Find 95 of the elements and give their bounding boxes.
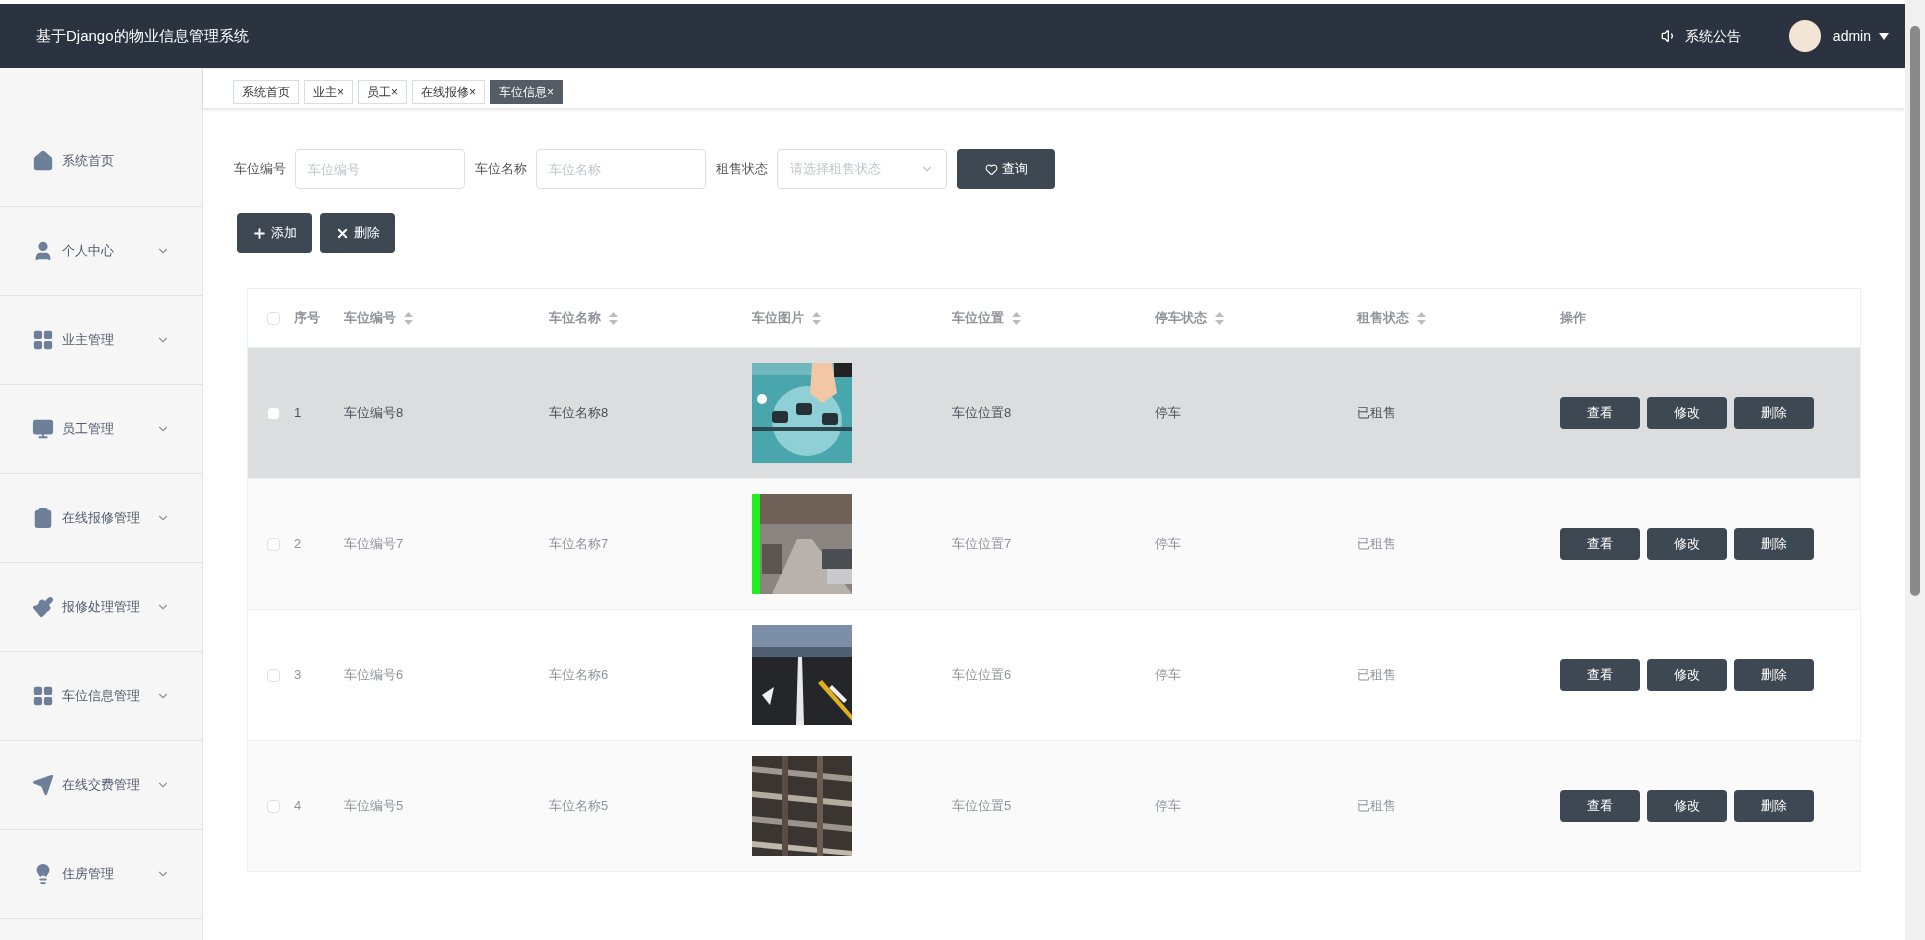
checkbox[interactable] [266, 799, 280, 813]
table-cell-text: 停车 [1155, 666, 1181, 685]
sort-icon[interactable] [812, 311, 821, 325]
table-cell-text: 车位编号6 [344, 666, 404, 685]
column-header: 车位图片 [752, 309, 804, 328]
row-action-button[interactable]: 查看 [1560, 659, 1640, 691]
table-cell-text: 车位位置8 [952, 404, 1012, 423]
table-cell-text: 车位编号5 [344, 797, 404, 816]
table-cell-text: 停车 [1155, 535, 1181, 554]
row-action-button[interactable]: 查看 [1560, 528, 1640, 560]
field-label: 车位编号 [234, 160, 286, 179]
column-header: 车位名称 [549, 309, 601, 328]
brush-icon [32, 596, 54, 618]
column-header: 车位编号 [344, 309, 396, 328]
table-cell-text: 车位位置7 [952, 535, 1012, 554]
table-row[interactable]: 2 车位编号7 车位名称7 车位位置7 停车 已租售 查看 修改 删除 [248, 479, 1860, 610]
table-cell-text: 车位名称7 [549, 535, 609, 554]
row-action-button[interactable]: 删除 [1734, 528, 1814, 560]
row-action-button[interactable]: 删除 [1734, 659, 1814, 691]
sort-icon[interactable] [609, 311, 618, 325]
search-field[interactable]: 车位编号 [295, 149, 465, 189]
row-action-button[interactable]: 删除 [1734, 397, 1814, 429]
sort-icon[interactable] [1417, 311, 1426, 325]
page-tab[interactable]: 车位信息× [490, 80, 564, 104]
home-icon [32, 150, 54, 172]
caret-icon [1879, 32, 1889, 40]
row-action-button[interactable]: 删除 [1734, 790, 1814, 822]
table-cell-text: 已租售 [1357, 404, 1396, 423]
table-cell-text: 车位名称8 [549, 404, 609, 423]
sort-icon[interactable] [1215, 311, 1224, 325]
table-cell-text: 停车 [1155, 797, 1181, 816]
sidebar-item[interactable]: 系统首页 [0, 68, 202, 207]
column-header: 序号 [294, 309, 320, 328]
row-action-button[interactable]: 修改 [1647, 659, 1727, 691]
column-header: 租售状态 [1357, 309, 1409, 328]
sidebar-item[interactable]: 报修处理管理 [0, 563, 202, 652]
column-header: 车位位置 [952, 309, 1004, 328]
row-action-button[interactable]: 修改 [1647, 528, 1727, 560]
paper-plane-icon [32, 774, 54, 796]
row-action-button[interactable]: 修改 [1647, 397, 1727, 429]
search-button[interactable]: 查询 [957, 149, 1055, 189]
monitor-icon [32, 418, 54, 440]
table-cell-text: 车位编号7 [344, 535, 404, 554]
sidebar-item[interactable]: 车位信息管理 [0, 652, 202, 741]
table-cell-text: 车位位置6 [952, 666, 1012, 685]
column-header: 操作 [1560, 309, 1586, 328]
field-label: 车位名称 [475, 160, 527, 179]
grid-icon [32, 329, 54, 351]
checkbox[interactable] [266, 668, 280, 682]
checkbox[interactable] [266, 406, 280, 420]
sidebar-item[interactable]: 在线交费管理 [0, 741, 202, 830]
notice-link[interactable]: 系统公告 [1660, 25, 1741, 47]
sort-icon[interactable] [404, 311, 413, 325]
table-cell-text: 3 [294, 666, 302, 685]
row-action-button[interactable]: 查看 [1560, 790, 1640, 822]
sidebar-item[interactable]: 在线报修管理 [0, 474, 202, 563]
table-cell-text: 车位位置5 [952, 797, 1012, 816]
table-cell-text: 2 [294, 535, 302, 554]
grid-icon [32, 685, 54, 707]
table-cell-text: 车位名称5 [549, 797, 609, 816]
user-menu[interactable]: admin [1832, 25, 1889, 47]
table-cell-text: 停车 [1155, 404, 1181, 423]
checkbox[interactable] [266, 537, 280, 551]
table-row[interactable]: 4 车位编号5 车位名称5 车位位置5 停车 已租售 查看 修改 删除 [248, 741, 1860, 872]
search-field[interactable]: 车位名称 [536, 149, 706, 189]
page-tab[interactable]: 员工× [358, 80, 408, 104]
scrollbar[interactable] [1905, 0, 1925, 940]
table-cell-text: 车位编号8 [344, 404, 404, 423]
app-title: 基于Django的物业信息管理系统 [36, 25, 249, 46]
table-cell-text: 4 [294, 797, 302, 816]
sidebar-item[interactable]: 业主管理 [0, 296, 202, 385]
page-tab[interactable]: 在线报修× [412, 80, 486, 104]
row-action-button[interactable]: 查看 [1560, 397, 1640, 429]
sort-icon[interactable] [1012, 311, 1021, 325]
field-label: 租售状态 [716, 160, 768, 179]
heart-icon [984, 162, 998, 176]
checkbox[interactable] [266, 311, 280, 325]
plus-icon [252, 225, 267, 241]
table-cell-text: 已租售 [1357, 535, 1396, 554]
avatar[interactable] [1788, 20, 1821, 52]
page-tab[interactable]: 系统首页 [233, 80, 299, 104]
row-action-button[interactable]: 修改 [1647, 790, 1727, 822]
sidebar-item[interactable]: 住房管理 [0, 830, 202, 919]
sidebar-item[interactable]: 个人中心 [0, 207, 202, 296]
table-cell-text: 已租售 [1357, 666, 1396, 685]
delete-button[interactable]: 删除 [320, 213, 395, 253]
table-row[interactable]: 1 车位编号8 车位名称8 车位位置8 停车 已租售 查看 修改 删除 [248, 348, 1860, 479]
column-header: 停车状态 [1155, 309, 1207, 328]
add-button[interactable]: 添加 [237, 213, 312, 253]
page-tab[interactable]: 业主× [304, 80, 353, 104]
table-cell-text: 车位名称6 [549, 666, 609, 685]
sidebar-item[interactable]: 员工管理 [0, 385, 202, 474]
table-cell-text: 1 [294, 404, 302, 423]
table-cell-text: 已租售 [1357, 797, 1396, 816]
clipboard-icon [32, 507, 54, 529]
